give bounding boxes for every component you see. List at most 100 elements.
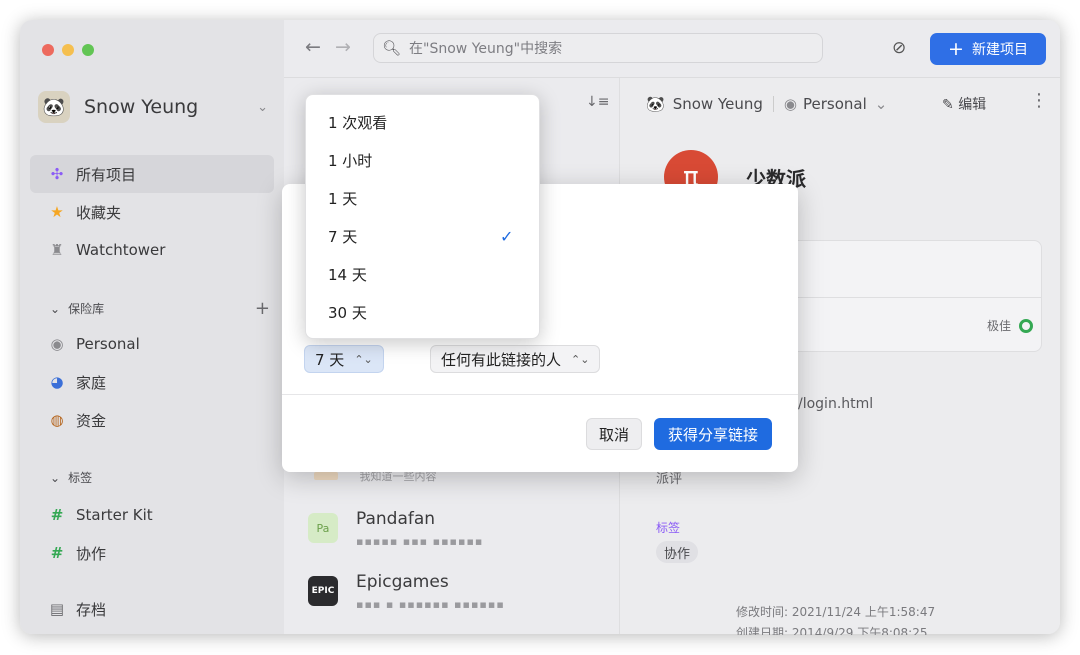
- sort-icon[interactable]: ↓≡: [586, 94, 609, 110]
- strength-ring-icon: [1019, 318, 1033, 333]
- hash-icon: #: [50, 506, 64, 524]
- item-badge-icon: EPIC: [308, 576, 338, 606]
- list-item-title: Pandafan: [356, 509, 436, 529]
- sidebar-item-favorites[interactable]: ★ 收藏夹: [30, 193, 274, 231]
- modified-time: 修改时间: 2021/11/24 上午1:58:47: [736, 605, 936, 619]
- sidebar-item-watchtower[interactable]: ♜ Watchtower: [30, 231, 274, 269]
- updown-chevron-icon: ⌃⌄: [354, 352, 373, 366]
- account-switcher[interactable]: 🐼 Snow Yeung ⌄: [38, 90, 268, 124]
- detail-account: Snow Yeung: [672, 95, 763, 113]
- avatar: 🐼: [38, 91, 70, 123]
- sidebar-item-label: 存档: [76, 600, 107, 619]
- website-url[interactable]: /login.html: [798, 396, 873, 412]
- back-arrow-icon[interactable]: ←: [305, 36, 321, 58]
- vaults-section-header[interactable]: ⌄ 保险库 +: [50, 298, 270, 319]
- chevron-down-icon: ⌄: [257, 99, 268, 115]
- sidebar-item-family[interactable]: ◕ 家庭: [30, 363, 274, 401]
- star-icon: ★: [50, 203, 64, 221]
- expiry-dropdown-menu: 1 次观看 1 小时 1 天 7 天 ✓ 14 天 30 天: [305, 94, 540, 339]
- menu-item-1-view[interactable]: 1 次观看: [306, 103, 539, 141]
- chevron-down-icon: ⌄: [50, 470, 61, 485]
- window-controls: [42, 44, 94, 56]
- edit-label: 编辑: [958, 97, 987, 113]
- sidebar-item-funds[interactable]: ◍ 资金: [30, 401, 274, 439]
- menu-item-label: 1 天: [328, 189, 358, 208]
- sidebar-item-label: 协作: [76, 544, 107, 563]
- menu-item-1-hour[interactable]: 1 小时: [306, 141, 539, 179]
- access-select[interactable]: 任何有此链接的人 ⌃⌄: [430, 345, 601, 373]
- account-name: Snow Yeung: [84, 96, 199, 118]
- grid-icon: ✣: [50, 165, 64, 183]
- sidebar-item-archive[interactable]: ▤ 存档: [30, 590, 274, 628]
- faded-folder-icon: [314, 472, 338, 480]
- pencil-icon: ✎: [942, 97, 954, 113]
- money-vault-icon: ◍: [50, 411, 64, 429]
- menu-item-14-days[interactable]: 14 天: [306, 255, 539, 293]
- menu-item-1-day[interactable]: 1 天: [306, 179, 539, 217]
- get-share-link-button[interactable]: 获得分享链接: [654, 418, 773, 450]
- item-badge-icon: Pa: [308, 513, 338, 543]
- tower-icon: ♜: [50, 241, 64, 259]
- vaults-section-label: 保险库: [68, 302, 105, 316]
- tags-section-label: 标签: [68, 471, 93, 485]
- detail-breadcrumb: 🐼 Snow Yeung ◉ Personal ⌄: [646, 92, 887, 116]
- search-icon: 🔍︎: [382, 39, 402, 57]
- menu-item-30-days[interactable]: 30 天: [306, 293, 539, 331]
- new-item-button[interactable]: + 新建项目: [930, 33, 1046, 65]
- expiry-value: 7 天: [315, 350, 345, 369]
- search-input[interactable]: 🔍︎ 在"Snow Yeung"中搜索: [373, 33, 823, 63]
- hash-icon: #: [50, 544, 64, 562]
- access-value: 任何有此链接的人: [441, 350, 562, 369]
- tag-chip[interactable]: 协作: [656, 541, 699, 563]
- account-small-icon: 🐼: [646, 95, 665, 113]
- sidebar-item-personal[interactable]: ◉ Personal: [30, 325, 274, 363]
- add-vault-button[interactable]: +: [255, 298, 270, 319]
- created-time: 创建日期: 2014/9/29 下午8:08:25: [736, 626, 928, 635]
- list-item[interactable]: Pa Pandafan ▪▪▪▪▪ ▪▪▪ ▪▪▪▪▪▪: [306, 509, 606, 565]
- cancel-button[interactable]: 取消: [586, 418, 643, 450]
- vault-icon: ◉: [783, 95, 797, 113]
- list-item-subtitle: ▪▪▪ ▪ ▪▪▪▪▪▪ ▪▪▪▪▪▪: [356, 598, 505, 611]
- edit-button[interactable]: ✎ 编辑: [942, 94, 986, 114]
- zoom-window-button[interactable]: [82, 44, 94, 56]
- expiry-select[interactable]: 7 天 ⌃⌄: [304, 345, 384, 373]
- checkmark-icon: ✓: [500, 226, 514, 246]
- watchtower-icon[interactable]: ⊘: [892, 38, 906, 58]
- close-window-button[interactable]: [42, 44, 54, 56]
- updown-chevron-icon: ⌃⌄: [571, 352, 590, 366]
- menu-item-7-days[interactable]: 7 天 ✓: [306, 217, 539, 255]
- minimize-window-button[interactable]: [62, 44, 74, 56]
- new-item-label: 新建项目: [971, 42, 1028, 58]
- sidebar-item-label: Starter Kit: [76, 506, 153, 524]
- more-options-icon[interactable]: ⋮: [1030, 90, 1048, 111]
- sidebar-item-label: Personal: [76, 335, 140, 353]
- family-vault-icon: ◕: [50, 373, 64, 391]
- list-item[interactable]: EPIC Epicgames ▪▪▪ ▪ ▪▪▪▪▪▪ ▪▪▪▪▪▪: [306, 572, 606, 628]
- plus-icon: +: [948, 38, 964, 60]
- sidebar-item-label: 家庭: [76, 373, 107, 392]
- divider: [282, 394, 798, 395]
- forward-arrow-icon[interactable]: →: [335, 36, 351, 58]
- divider: [772, 96, 774, 112]
- sidebar-item-label: 资金: [76, 411, 107, 430]
- sidebar-item-label: 所有项目: [76, 165, 137, 184]
- menu-item-label: 1 小时: [328, 151, 373, 170]
- sidebar-item-tag-collab[interactable]: # 协作: [30, 534, 274, 572]
- vault-icon: ◉: [50, 335, 64, 353]
- menu-item-label: 30 天: [328, 303, 367, 322]
- sidebar-item-all-items[interactable]: ✣ 所有项目: [30, 155, 274, 193]
- menu-item-label: 1 次观看: [328, 113, 388, 132]
- chevron-down-icon: ⌄: [50, 301, 61, 316]
- list-item-title: Epicgames: [356, 572, 449, 592]
- menu-item-label: 7 天: [328, 227, 358, 246]
- tags-label: 标签: [656, 521, 681, 535]
- search-placeholder: 在"Snow Yeung"中搜索: [409, 41, 563, 57]
- list-item-subtitle: ▪▪▪▪▪ ▪▪▪ ▪▪▪▪▪▪: [356, 535, 484, 548]
- sidebar-item-label: Watchtower: [76, 241, 166, 259]
- sidebar-item-tag-starter-kit[interactable]: # Starter Kit: [30, 496, 274, 534]
- archive-icon: ▤: [49, 600, 65, 618]
- tags-section-header[interactable]: ⌄ 标签: [50, 469, 270, 486]
- detail-vault[interactable]: Personal: [803, 95, 867, 113]
- sidebar-item-label: 收藏夹: [76, 203, 122, 222]
- strength-label: 极佳: [986, 319, 1011, 333]
